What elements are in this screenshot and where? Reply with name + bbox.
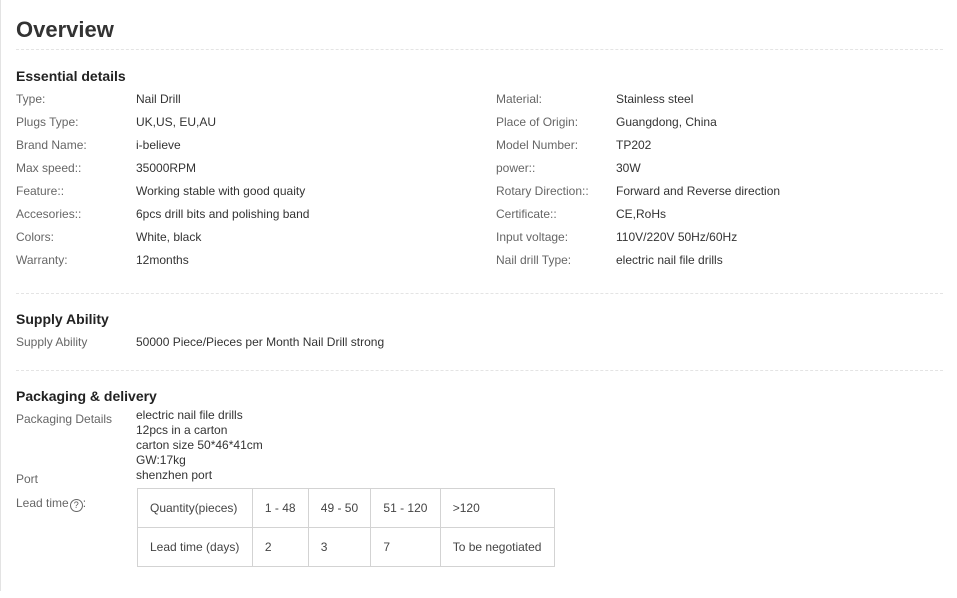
supply-ability-grid: Supply Ability 50000 Piece/Pieces per Mon… [16,334,943,350]
detail-value: i-believe [136,138,181,152]
table-cell: 1 - 48 [251,488,309,528]
detail-label: Supply Ability [16,335,88,349]
table-row: Lead time (days) 2 3 7 To be negotiated [137,527,556,567]
essential-details-heading: Essential details [16,68,126,84]
table-cell: 49 - 50 [307,488,372,528]
divider [16,49,943,50]
table-cell: 2 [251,527,309,567]
detail-value: 35000RPM [136,161,197,175]
table-cell: 7 [370,527,441,567]
lead-time-label: Lead time [16,496,69,510]
detail-label: Certificate:: [496,207,557,221]
detail-value: electric nail file drills [616,253,723,267]
detail-value: CE,RoHs [616,207,667,221]
detail-label: Model Number: [496,138,579,152]
lead-time-label-group: Lead time?: [16,495,86,512]
table-row: Quantity(pieces) 1 - 48 49 - 50 51 - 120… [137,488,556,528]
detail-value: 50000 Piece/Pieces per Month Nail Drill … [136,335,385,349]
lead-time-table: Quantity(pieces) 1 - 48 49 - 50 51 - 120… [137,488,556,567]
detail-value: White, black [136,230,202,244]
divider [16,293,943,294]
table-cell: Quantity(pieces) [137,488,253,528]
detail-label: power:: [496,161,536,175]
table-cell: 3 [307,527,372,567]
detail-label: Packaging Details [16,412,113,426]
detail-label: Max speed:: [16,161,82,175]
detail-label: Place of Origin: [496,115,579,129]
overview-page: Overview Essential details Type: Nail Dri… [16,0,943,598]
essential-details-grid: Type: Nail Drill Plugs Type: UK,US, EU,AU … [16,88,943,272]
detail-value: Nail Drill [136,92,181,106]
detail-value: Forward and Reverse direction [616,184,781,198]
table-cell: To be negotiated [439,527,556,567]
supply-ability-heading: Supply Ability [16,311,109,327]
detail-label: Accesories:: [16,207,82,221]
detail-label: Type: [16,92,46,106]
detail-value: 110V/220V 50Hz/60Hz [616,230,738,244]
packaging-heading: Packaging & delivery [16,388,157,404]
detail-value: Guangdong, China [616,115,717,129]
table-cell: Lead time (days) [137,527,253,567]
port-label: Port [16,472,39,486]
packaging-line: carton size 50*46*41cm [136,438,263,452]
divider [16,370,943,371]
detail-value: Working stable with good quaity [136,184,306,198]
packaging-grid: Packaging Details electric nail file dri… [16,408,943,598]
detail-value: TP202 [616,138,652,152]
port-value: shenzhen port [136,468,213,482]
detail-label: Feature:: [16,184,65,198]
page-title: Overview [16,17,114,42]
detail-label: Warranty: [16,253,68,267]
detail-label: Input voltage: [496,230,569,244]
detail-value: UK,US, EU,AU [136,115,217,129]
detail-label: Colors: [16,230,55,244]
detail-label: Rotary Direction:: [496,184,589,198]
table-cell: 51 - 120 [370,488,441,528]
question-circle-icon[interactable]: ? [69,499,83,512]
left-border [0,0,1,591]
detail-value: Stainless steel [616,92,694,106]
packaging-line: electric nail file drills [136,408,243,422]
detail-label: Plugs Type: [16,115,79,129]
packaging-line: GW:17kg [136,453,186,467]
packaging-line: 12pcs in a carton [136,423,228,437]
lead-time-colon: : [82,496,87,510]
detail-value: 30W [616,161,641,175]
detail-label: Nail drill Type: [496,253,572,267]
table-cell: >120 [439,488,556,528]
detail-value: 12months [136,253,189,267]
detail-label: Brand Name: [16,138,87,152]
detail-value: 6pcs drill bits and polishing band [136,207,310,221]
packaging-details-value: electric nail file drills 12pcs in a car… [136,408,263,483]
detail-label: Material: [496,92,543,106]
